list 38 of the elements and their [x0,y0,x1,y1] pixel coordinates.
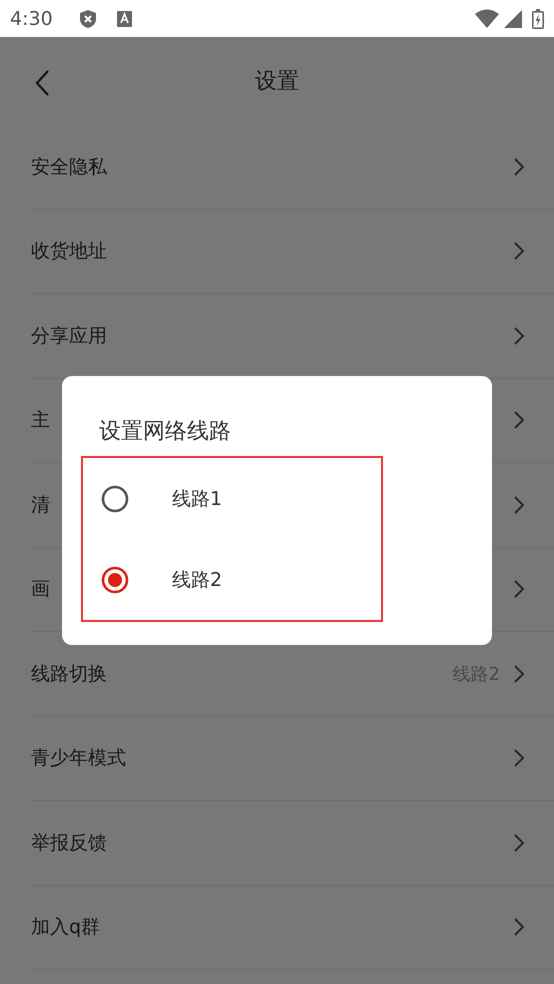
chevron-right-icon [514,580,524,598]
row-label: 收货地址 [31,239,107,264]
shield-icon [80,10,96,28]
row-label: 画 [31,577,50,602]
chevron-right-icon [514,158,524,176]
text-box-icon [117,10,132,26]
row-label: 青少年模式 [31,746,126,772]
settings-row[interactable]: 安全隐私 [31,125,554,210]
back-icon[interactable] [34,69,50,97]
settings-row[interactable]: 加入q群 [31,886,554,970]
page-title: 设置 [255,68,299,96]
chevron-right-icon [514,496,524,514]
chevron-right-icon [514,411,524,430]
chevron-right-icon [514,664,524,683]
option-label[interactable]: 线路1 [172,486,222,512]
option-label[interactable]: 线路2 [172,566,222,592]
row-label: 举报反馈 [31,830,107,856]
row-label: 分享应用 [31,324,107,349]
dialog-title: 设置网络线路 [99,418,231,446]
radio-button[interactable] [101,484,129,512]
settings-row[interactable]: 收货地址 [31,210,554,294]
chevron-right-icon [514,326,524,345]
settings-row[interactable]: 青少年模式 [31,716,554,801]
chevron-right-icon [514,834,524,852]
chevron-right-icon [514,242,524,260]
row-label: 加入q群 [31,915,100,940]
battery-charging-icon [532,8,544,28]
status-time: 4:30 [10,8,54,30]
row-label: 主 [31,408,50,434]
wifi-icon [475,9,499,28]
row-label: 安全隐私 [31,154,107,180]
chevron-right-icon [514,749,524,768]
row-label: 线路切换 [31,662,107,687]
chevron-right-icon [514,918,524,936]
row-label: 清 [31,492,50,518]
signal-icon [504,10,522,28]
settings-row[interactable]: 举报反馈 [31,801,554,886]
radio-button[interactable] [101,566,129,594]
